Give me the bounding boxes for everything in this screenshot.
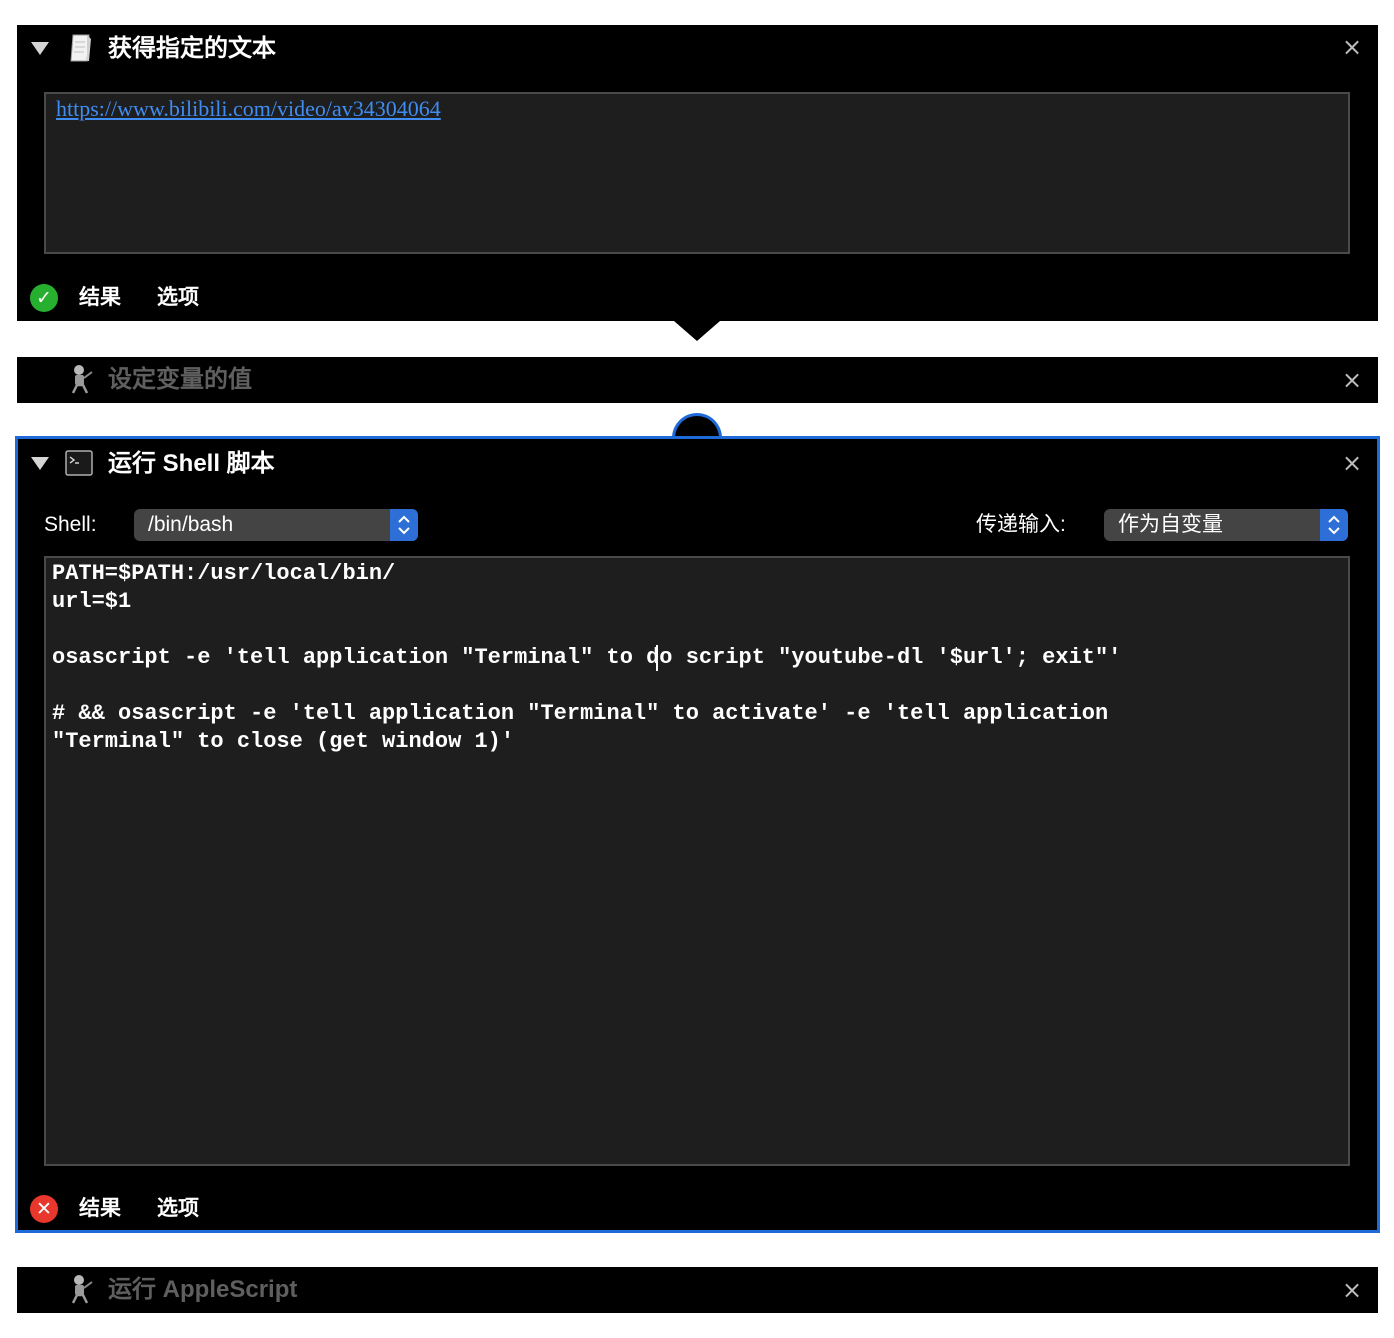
terminal-icon: [65, 450, 93, 476]
action-card-run-shell[interactable]: 运行 Shell 脚本 × Shell: /bin/bash 传递输入: 作为自…: [15, 436, 1380, 1233]
automator-robot-icon: [65, 1273, 95, 1305]
connector-arrow: [674, 321, 720, 341]
shell-select-value: /bin/bash: [148, 513, 234, 536]
shell-label: Shell:: [44, 513, 97, 536]
script-editor[interactable]: PATH=$PATH:/usr/local/bin/ url=$1 osascr…: [44, 556, 1350, 1166]
text-caret: [656, 645, 658, 671]
pass-input-select-value: 作为自变量: [1118, 513, 1223, 536]
script-line: osascript -e 'tell application "Terminal…: [52, 645, 1122, 670]
close-icon[interactable]: ×: [1342, 451, 1362, 475]
select-stepper-icon: [390, 509, 418, 541]
select-stepper-icon: [1320, 509, 1348, 541]
results-tab[interactable]: 结果: [79, 1196, 121, 1222]
text-document-icon: [67, 33, 93, 63]
pass-input-label: 传递输入:: [976, 513, 1066, 536]
action-card-run-applescript[interactable]: 运行 AppleScript ×: [17, 1267, 1378, 1313]
close-icon[interactable]: ×: [1342, 368, 1362, 392]
disclosure-triangle-icon[interactable]: [31, 457, 49, 470]
text-input-area[interactable]: https://www.bilibili.com/video/av3430406…: [44, 92, 1350, 254]
action-title: 运行 Shell 脚本: [108, 450, 275, 477]
pass-input-select[interactable]: 作为自变量: [1104, 509, 1348, 541]
action-card-set-variable[interactable]: 设定变量的值 ×: [17, 357, 1378, 403]
close-icon[interactable]: ×: [1342, 35, 1362, 59]
script-line: # && osascript -e 'tell application "Ter…: [52, 701, 1109, 726]
shell-select[interactable]: /bin/bash: [134, 509, 418, 541]
success-check-icon: ✓: [30, 284, 58, 312]
url-link[interactable]: https://www.bilibili.com/video/av3430406…: [56, 96, 441, 122]
error-x-icon: ✕: [30, 1195, 58, 1223]
action-title: 设定变量的值: [108, 366, 252, 393]
action-card-get-text[interactable]: 获得指定的文本 × https://www.bilibili.com/video…: [17, 25, 1378, 321]
script-line: "Terminal" to close (get window 1)': [52, 729, 515, 754]
script-line: url=$1: [52, 589, 132, 614]
automator-robot-icon: [65, 363, 95, 395]
close-icon[interactable]: ×: [1342, 1278, 1362, 1302]
action-title: 获得指定的文本: [108, 35, 276, 62]
script-line: PATH=$PATH:/usr/local/bin/: [52, 561, 396, 586]
results-tab[interactable]: 结果: [79, 285, 121, 311]
options-tab[interactable]: 选项: [157, 285, 199, 311]
action-title: 运行 AppleScript: [108, 1276, 298, 1303]
disclosure-triangle-icon[interactable]: [31, 42, 49, 55]
options-tab[interactable]: 选项: [157, 1196, 199, 1222]
